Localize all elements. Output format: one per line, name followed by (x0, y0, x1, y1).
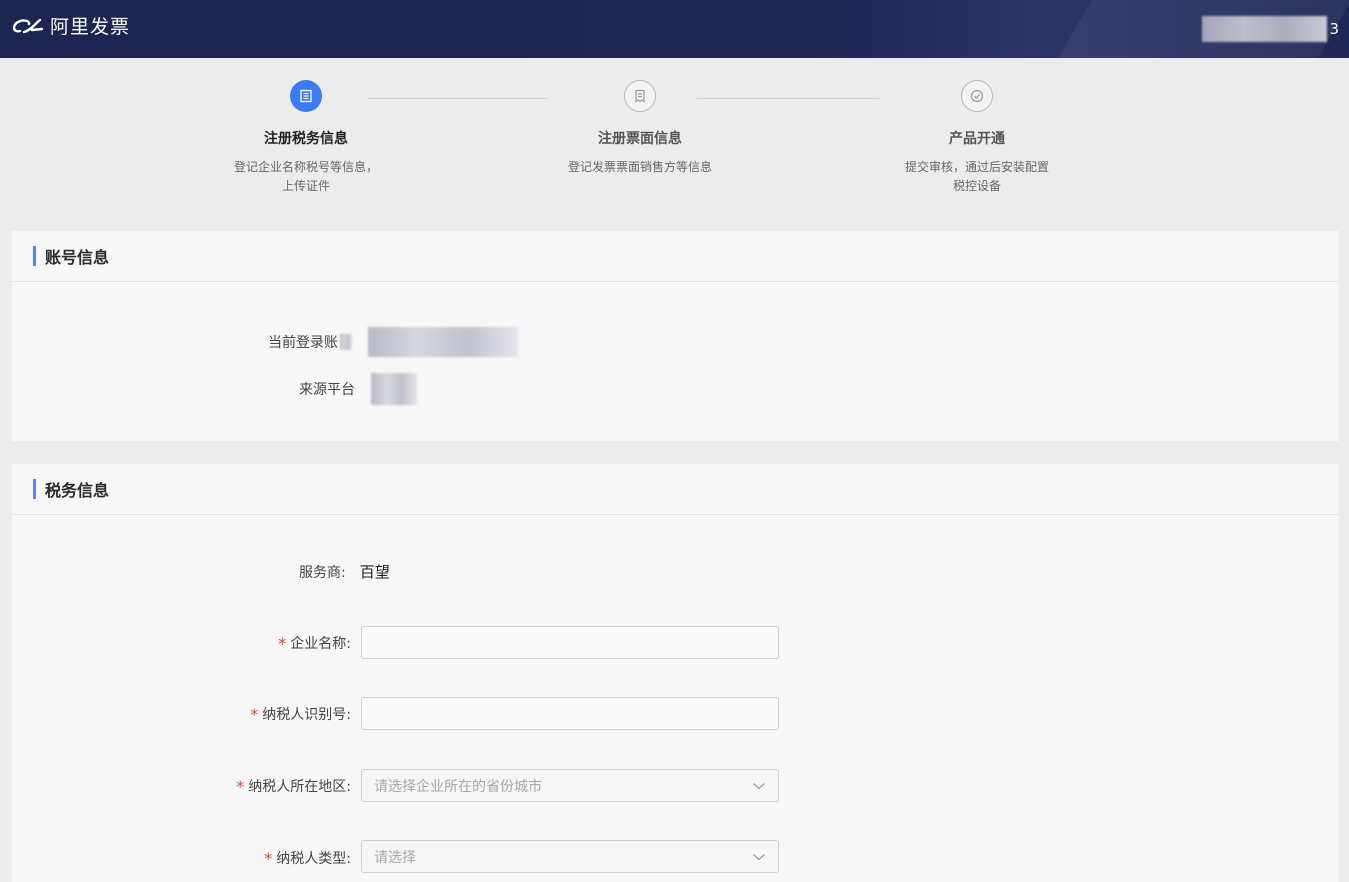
required-mark: * (278, 633, 287, 653)
account-info-card: 账号信息 当前登录账 来源平台 (12, 231, 1339, 441)
check-circle-icon (961, 80, 993, 112)
required-mark: * (264, 848, 273, 868)
provider-value: 百望 (359, 563, 390, 581)
registration-steps: 注册税务信息 登记企业名称税号等信息，上传证件 注册票面信息 登记发票票面销售方… (0, 58, 1349, 228)
step-product-activation: 产品开通 提交审核，通过后安装配置税控设备 (877, 80, 1077, 196)
section-title: 账号信息 (45, 248, 110, 267)
login-account-row: 当前登录账 (268, 327, 518, 357)
taxpayer-region-label: 纳税人所在地区: (248, 779, 351, 795)
invoice-icon (624, 80, 656, 112)
region-placeholder: 请选择企业所在的省份城市 (374, 778, 542, 795)
tax-info-card: 税务信息 服务商: 百望 * 企业名称: * 纳税人识别号: * 纳税人所在地区… (12, 464, 1339, 882)
section-title: 税务信息 (45, 481, 110, 500)
company-name-label-row: * 企业名称: (278, 633, 351, 653)
source-platform-label: 来源平台 (299, 382, 355, 398)
taxpayer-type-select[interactable]: 请选择 (361, 840, 779, 873)
step-description: 登记发票票面销售方等信息 (567, 160, 712, 174)
step-description: 提交审核，通过后安装配置税控设备 (904, 160, 1049, 193)
step-tax-registration: 注册税务信息 登记企业名称税号等信息，上传证件 (206, 80, 406, 196)
section-header: 税务信息 (12, 464, 1339, 515)
type-placeholder: 请选择 (374, 849, 416, 866)
taxpayer-type-label-row: * 纳税人类型: (264, 848, 351, 868)
chevron-down-icon (753, 853, 765, 860)
step-title: 注册票面信息 (598, 131, 682, 147)
taxpayer-region-label-row: * 纳税人所在地区: (236, 776, 351, 796)
section-accent-bar (33, 479, 36, 499)
step-invoice-registration: 注册票面信息 登记发票票面销售方等信息 (540, 80, 740, 177)
section-header: 账号信息 (12, 231, 1339, 282)
taxpayer-id-input[interactable] (361, 697, 779, 730)
label-redacted (340, 334, 352, 350)
provider-label: 服务商: (299, 564, 346, 581)
step-title: 产品开通 (949, 131, 1005, 147)
login-account-label: 当前登录账 (268, 335, 338, 351)
company-name-input[interactable] (361, 626, 779, 659)
login-account-redacted (368, 327, 518, 357)
user-name-suffix: 3 (1329, 20, 1339, 38)
required-mark: * (250, 704, 259, 724)
required-mark: * (236, 776, 245, 796)
user-name-redacted (1202, 16, 1328, 42)
source-platform-redacted (371, 373, 417, 405)
step-description: 登记企业名称税号等信息，上传证件 (233, 160, 378, 193)
company-name-label: 企业名称: (290, 636, 351, 652)
alibaba-logo-icon (12, 18, 44, 33)
taxpayer-id-label: 纳税人识别号: (262, 707, 351, 723)
provider-row: 服务商: 百望 (299, 561, 390, 582)
taxpayer-id-label-row: * 纳税人识别号: (250, 704, 351, 724)
brand-name: 阿里发票 (50, 16, 131, 38)
brand-logo[interactable]: 阿里发票 (10, 12, 130, 39)
taxpayer-type-label: 纳税人类型: (276, 851, 351, 867)
section-accent-bar (33, 246, 36, 266)
step-title: 注册税务信息 (264, 131, 348, 147)
user-account-menu[interactable]: 3 (1202, 15, 1339, 43)
building-icon (290, 80, 322, 112)
source-platform-row: 来源平台 (299, 373, 417, 405)
chevron-down-icon (753, 782, 765, 789)
taxpayer-region-select[interactable]: 请选择企业所在的省份城市 (361, 769, 779, 802)
top-navbar: 阿里发票 3 (0, 0, 1349, 58)
